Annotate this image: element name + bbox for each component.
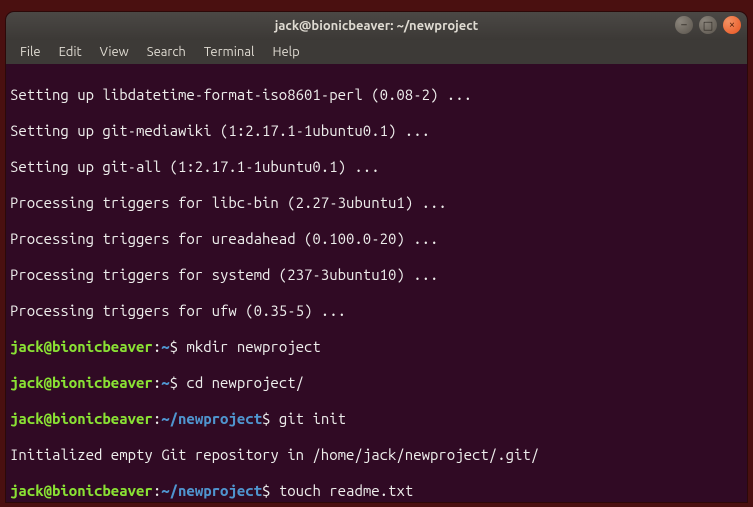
window-title: jack@bionicbeaver: ~/newproject bbox=[275, 19, 478, 33]
menu-view[interactable]: View bbox=[92, 43, 137, 61]
command-text: git init bbox=[270, 410, 346, 427]
output-line: Setting up git-all (1:2.17.1-1ubuntu0.1)… bbox=[10, 158, 743, 176]
command-text: cd newproject/ bbox=[178, 374, 304, 391]
output-line: Processing triggers for libc-bin (2.27-3… bbox=[10, 194, 743, 212]
prompt-path: ~ bbox=[161, 374, 169, 391]
window-controls: – □ × bbox=[675, 16, 741, 34]
prompt-line: jack@bionicbeaver:~/newproject$ git init bbox=[10, 410, 743, 428]
menu-file[interactable]: File bbox=[12, 43, 49, 61]
menu-search[interactable]: Search bbox=[139, 43, 194, 61]
prompt-path: ~/newproject bbox=[161, 482, 262, 499]
prompt-path: ~ bbox=[161, 338, 169, 355]
menubar: File Edit View Search Terminal Help bbox=[6, 40, 747, 64]
terminal-body[interactable]: Setting up libdatetime-format-iso8601-pe… bbox=[6, 64, 747, 502]
menu-help[interactable]: Help bbox=[264, 43, 307, 61]
output-line: Setting up libdatetime-format-iso8601-pe… bbox=[10, 86, 743, 104]
prompt-path: ~/newproject bbox=[161, 410, 262, 427]
prompt-userhost: jack@bionicbeaver bbox=[10, 482, 153, 499]
output-line: Processing triggers for systemd (237-3ub… bbox=[10, 266, 743, 284]
prompt-line: jack@bionicbeaver:~$ mkdir newproject bbox=[10, 338, 743, 356]
prompt-userhost: jack@bionicbeaver bbox=[10, 374, 153, 391]
prompt-userhost: jack@bionicbeaver bbox=[10, 410, 153, 427]
prompt-line: jack@bionicbeaver:~/newproject$ touch re… bbox=[10, 482, 743, 500]
output-line: Processing triggers for ufw (0.35-5) ... bbox=[10, 302, 743, 320]
titlebar[interactable]: jack@bionicbeaver: ~/newproject – □ × bbox=[6, 12, 747, 40]
menu-terminal[interactable]: Terminal bbox=[196, 43, 263, 61]
command-text: mkdir newproject bbox=[178, 338, 321, 355]
output-line: Setting up git-mediawiki (1:2.17.1-1ubun… bbox=[10, 122, 743, 140]
close-button[interactable]: × bbox=[723, 16, 741, 34]
output-line: Initialized empty Git repository in /hom… bbox=[10, 446, 743, 464]
maximize-button[interactable]: □ bbox=[699, 16, 717, 34]
prompt-userhost: jack@bionicbeaver bbox=[10, 338, 153, 355]
output-line: Processing triggers for ureadahead (0.10… bbox=[10, 230, 743, 248]
menu-edit[interactable]: Edit bbox=[51, 43, 90, 61]
terminal-window: jack@bionicbeaver: ~/newproject – □ × Fi… bbox=[6, 12, 747, 502]
prompt-line: jack@bionicbeaver:~$ cd newproject/ bbox=[10, 374, 743, 392]
minimize-button[interactable]: – bbox=[675, 16, 693, 34]
command-text: touch readme.txt bbox=[270, 482, 413, 499]
